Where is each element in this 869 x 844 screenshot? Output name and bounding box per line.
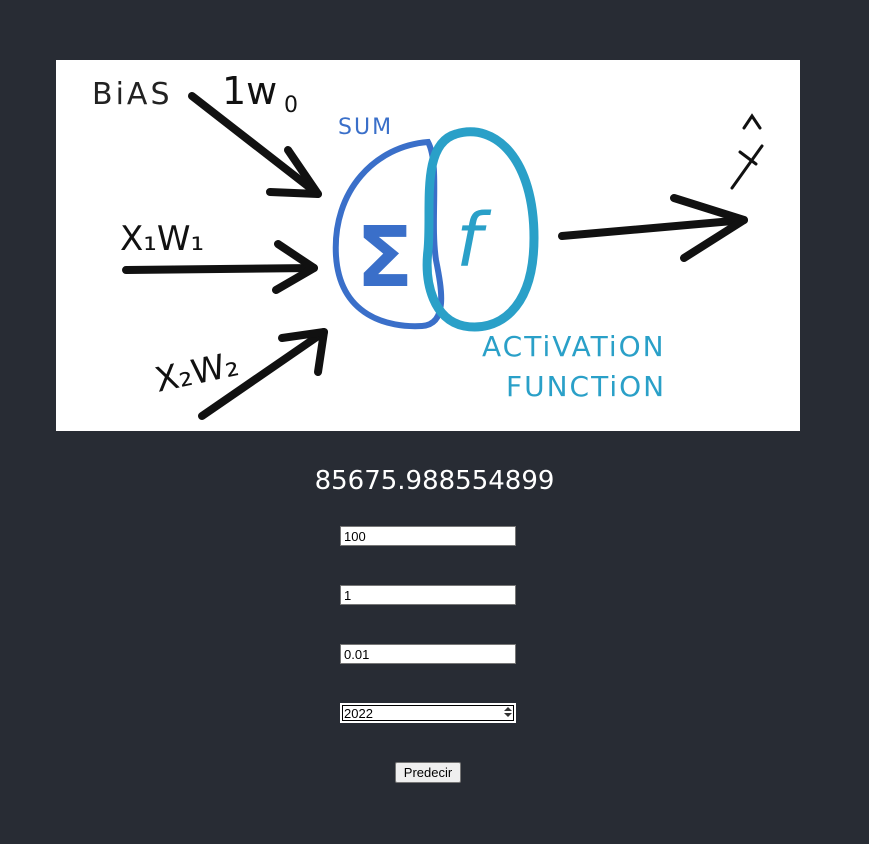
bias-label: BiAS xyxy=(92,77,172,112)
number-field-wrapper xyxy=(340,703,516,723)
prediction-result: 85675.988554899 xyxy=(314,466,555,496)
x2w2-label: X₂W₂ xyxy=(152,344,243,401)
input-field-3[interactable] xyxy=(340,644,516,664)
activation-label-line1: ACTiVATiON xyxy=(482,330,666,363)
w0-subscript: 0 xyxy=(284,93,298,118)
x1-arrow xyxy=(122,264,318,274)
w0-label: 1w xyxy=(222,69,277,113)
input-field-1[interactable] xyxy=(340,526,516,546)
neuron-diagram-image: BiAS 1w 0 X₁W₁ X₂W₂ SUM ACTiVATiON FUNCT… xyxy=(56,60,800,431)
x1w1-label: X₁W₁ xyxy=(120,219,204,259)
yhat-mark xyxy=(730,113,764,190)
input-field-2[interactable] xyxy=(340,585,516,605)
sum-label: SUM xyxy=(338,115,393,140)
predict-button[interactable]: Predecir xyxy=(395,762,461,783)
neuron-diagram-svg: BiAS 1w 0 X₁W₁ X₂W₂ SUM ACTiVATiON FUNCT… xyxy=(92,69,764,420)
sigma-symbol: Σ xyxy=(356,208,413,306)
spinner-arrows-icon[interactable] xyxy=(504,706,512,718)
f-symbol: f xyxy=(456,198,492,284)
activation-label-line2: FUNCTiON xyxy=(506,370,666,403)
year-number-input[interactable] xyxy=(340,703,516,723)
